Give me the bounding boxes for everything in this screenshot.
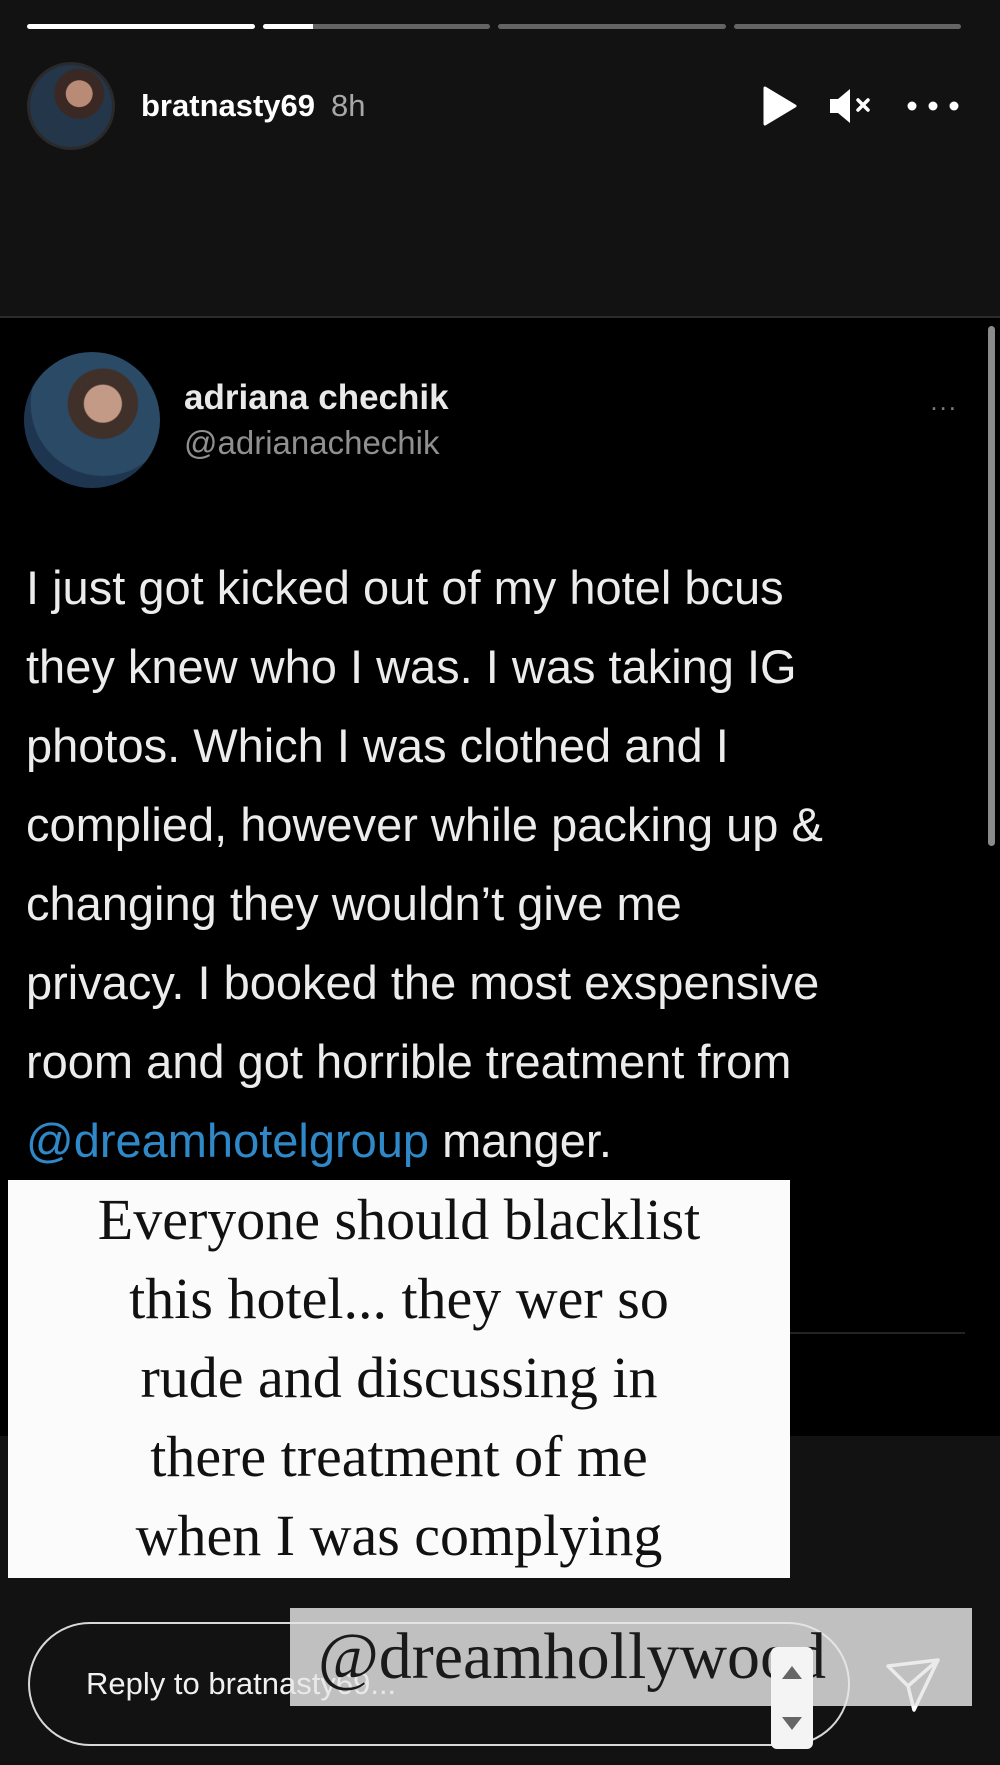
mention-sticker[interactable]: @dreamhollywood xyxy=(290,1608,972,1706)
scroll-stepper[interactable] xyxy=(771,1647,813,1749)
tweet-line-last: @dreamhotelgroup manger. xyxy=(26,1101,976,1180)
tweet-mention-link: @dreamhotelgroup xyxy=(26,1114,430,1167)
screenshot-scrollbar xyxy=(988,326,995,846)
tweet-divider xyxy=(790,1332,965,1334)
tweet-line: complied, however while packing up & xyxy=(26,798,823,851)
tweet-text: I just got kicked out of my hotel bcus t… xyxy=(26,548,976,1180)
play-icon[interactable] xyxy=(762,86,798,126)
text-overlay-sticker: Everyone should blacklist this hotel... … xyxy=(8,1180,790,1578)
story-controls xyxy=(762,86,960,126)
tweet-line: room and got horrible treatment from xyxy=(26,1035,792,1088)
tweet-line: changing they wouldn’t give me xyxy=(26,877,682,930)
tweet-line: privacy. I booked the most exspensive xyxy=(26,956,820,1009)
muted-speaker-icon[interactable] xyxy=(828,86,876,126)
tweet-author-name: adriana chechik xyxy=(184,378,449,417)
progress-segment-4 xyxy=(733,24,961,29)
tweet-author: adriana chechik @adrianachechik xyxy=(24,352,449,488)
progress-segment-1 xyxy=(27,24,255,29)
story-progress-bar xyxy=(27,24,961,30)
stepper-up-icon[interactable] xyxy=(782,1666,802,1679)
more-dots-icon[interactable] xyxy=(906,100,960,112)
overlay-line: Everyone should blacklist xyxy=(97,1187,701,1252)
tweet-line-suffix: manger. xyxy=(429,1114,612,1167)
poster-username[interactable]: bratnasty69 xyxy=(141,88,315,124)
story-header: bratnasty69 8h xyxy=(27,60,960,152)
progress-segment-2 xyxy=(262,24,490,29)
progress-segment-3 xyxy=(498,24,726,29)
tweet-more-icon: ... xyxy=(930,386,958,416)
progress-fill-1 xyxy=(27,24,255,29)
tweet-line: I just got kicked out of my hotel bcus xyxy=(26,561,784,614)
post-time: 8h xyxy=(331,88,366,123)
overlay-line: there treatment of me xyxy=(150,1424,648,1489)
tweet-author-handle: @adrianachechik xyxy=(184,424,440,461)
overlay-line: this hotel... they wer so xyxy=(129,1266,669,1331)
tweet-line: photos. Which I was clothed and I xyxy=(26,719,729,772)
tweet-author-meta: adriana chechik @adrianachechik xyxy=(184,378,449,462)
progress-fill-2 xyxy=(262,24,313,29)
overlay-line: when I was complying xyxy=(135,1503,663,1568)
stepper-down-icon[interactable] xyxy=(782,1717,802,1730)
poster-avatar[interactable] xyxy=(27,62,115,150)
tweet-author-avatar xyxy=(24,352,160,488)
tweet-line: they knew who I was. I was taking IG xyxy=(26,640,797,693)
overlay-line: rude and discussing in xyxy=(140,1345,658,1410)
